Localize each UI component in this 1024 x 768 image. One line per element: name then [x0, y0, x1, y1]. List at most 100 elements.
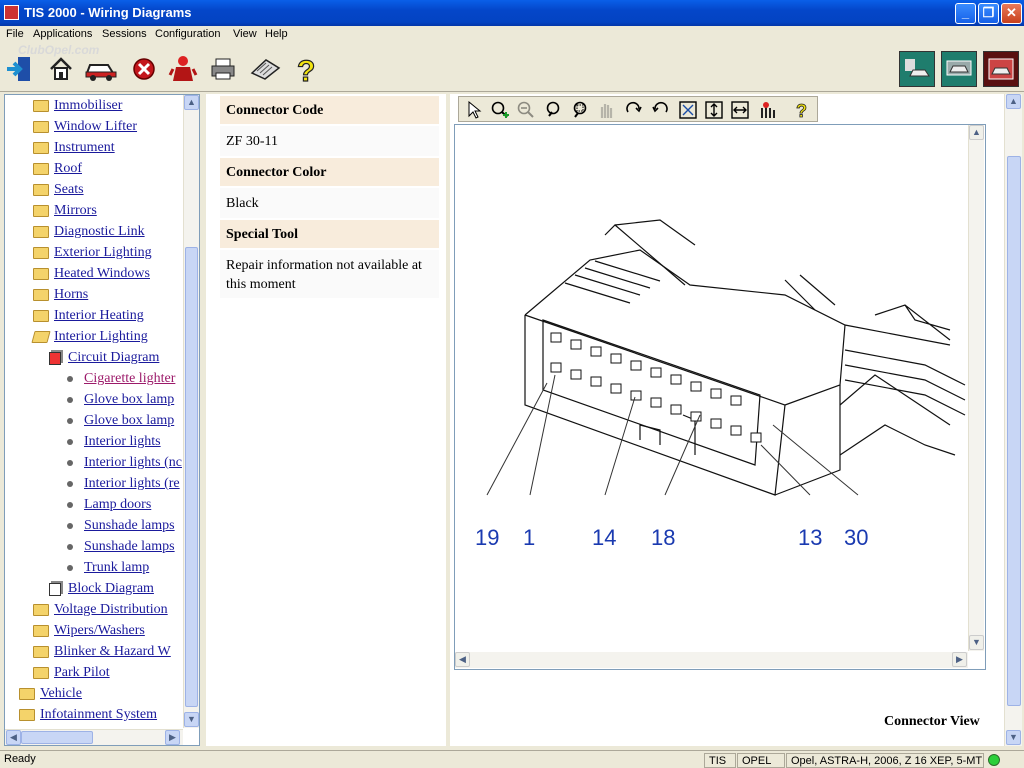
- scroll-thumb[interactable]: [185, 247, 198, 707]
- select-arrow-icon[interactable]: [463, 99, 485, 121]
- tree-horizontal-scrollbar[interactable]: ◀ ▶: [5, 729, 183, 745]
- tree-item[interactable]: Roof: [33, 159, 82, 179]
- car-wiring-icon[interactable]: [941, 51, 977, 87]
- fit-all-icon[interactable]: [677, 99, 699, 121]
- highlight-icon[interactable]: [757, 99, 779, 121]
- folder-icon: [33, 163, 49, 175]
- tree-item[interactable]: Exterior Lighting: [33, 243, 152, 263]
- tree-item[interactable]: Lamp doors: [63, 495, 151, 515]
- tree-item[interactable]: Voltage Distribution: [33, 600, 168, 620]
- tree-item[interactable]: Immobiliser: [33, 96, 122, 116]
- scroll-left-button[interactable]: ◀: [6, 730, 21, 745]
- exit-icon[interactable]: [2, 52, 36, 86]
- menu-view[interactable]: View: [233, 28, 257, 40]
- scroll-thumb[interactable]: [1007, 156, 1021, 706]
- folder-icon: [33, 205, 49, 217]
- tree-item[interactable]: Seats: [33, 180, 84, 200]
- tree-item[interactable]: Instrument: [33, 138, 115, 158]
- zoom-out-icon[interactable]: [515, 99, 537, 121]
- pin-label: 1: [523, 525, 535, 550]
- stop-icon[interactable]: [127, 52, 161, 86]
- tree-item[interactable]: Interior Heating: [33, 306, 144, 326]
- rotate-cw-icon[interactable]: [623, 99, 645, 121]
- tree-item[interactable]: Park Pilot: [33, 663, 110, 683]
- fit-width-icon[interactable]: [729, 99, 751, 121]
- scroll-down-button[interactable]: ▼: [969, 635, 984, 650]
- folder-icon: [33, 100, 49, 112]
- tree-item[interactable]: Circuit Diagram: [49, 348, 159, 368]
- tree-item[interactable]: Sunshade lamps: [63, 537, 175, 557]
- menu-file[interactable]: File: [6, 28, 24, 40]
- help-icon[interactable]: ?: [791, 99, 813, 121]
- scroll-up-button[interactable]: ▲: [969, 125, 984, 140]
- scroll-down-button[interactable]: ▼: [184, 712, 199, 727]
- help-icon[interactable]: ?: [290, 52, 324, 86]
- tree-item-label: Interior Lighting: [54, 329, 148, 344]
- scroll-left-button[interactable]: ◀: [455, 652, 470, 667]
- tree-item-label: Window Lifter: [54, 119, 138, 134]
- pan-hand-icon[interactable]: [595, 99, 617, 121]
- zoom-in-icon[interactable]: [489, 99, 511, 121]
- minimize-button[interactable]: _: [955, 3, 976, 24]
- car-icon[interactable]: [84, 52, 118, 86]
- tree-item[interactable]: Diagnostic Link: [33, 222, 145, 242]
- restore-button[interactable]: ❐: [978, 3, 999, 24]
- scroll-up-button[interactable]: ▲: [184, 95, 199, 110]
- home-icon[interactable]: [44, 52, 78, 86]
- tree-item[interactable]: Heated Windows: [33, 264, 150, 284]
- menu-sessions[interactable]: Sessions: [102, 28, 147, 40]
- tree-item-label: Immobiliser: [54, 98, 123, 113]
- bullet-icon: [67, 376, 73, 382]
- connector-code-header: Connector Code: [220, 96, 439, 124]
- bullet-icon: [67, 481, 73, 487]
- folder-icon: [33, 646, 49, 658]
- scroll-up-button[interactable]: ▲: [1006, 94, 1021, 109]
- tree-item[interactable]: Cigarette lighter: [63, 369, 175, 389]
- scroll-right-button[interactable]: ▶: [952, 652, 967, 667]
- printer-icon[interactable]: [206, 52, 240, 86]
- car-diagnostics-icon[interactable]: [899, 51, 935, 87]
- tree-item[interactable]: Interior lights (re: [63, 474, 180, 494]
- close-button[interactable]: ✕: [1001, 3, 1022, 24]
- tree-item[interactable]: Interior Lighting: [31, 327, 148, 347]
- tree-item-label: Vehicle: [40, 686, 82, 701]
- rotate-ccw-icon[interactable]: [649, 99, 671, 121]
- tree-item[interactable]: Vehicle: [19, 684, 82, 704]
- canvas-vertical-scrollbar[interactable]: ▲ ▼: [968, 125, 984, 651]
- menu-help[interactable]: Help: [265, 28, 288, 40]
- tree-item-label: Mirrors: [54, 203, 97, 218]
- scroll-right-button[interactable]: ▶: [165, 730, 180, 745]
- tree-vertical-scrollbar[interactable]: ▲ ▼: [183, 95, 199, 728]
- special-tool-header: Special Tool: [220, 220, 439, 248]
- tree-item[interactable]: Glove box lamp: [63, 390, 174, 410]
- keyboard-icon[interactable]: [248, 52, 282, 86]
- tree-item[interactable]: Infotainment System: [19, 705, 157, 725]
- diagram-canvas[interactable]: 19 1 14 18 13 30 ▲ ▼ ◀ ▶: [454, 124, 986, 670]
- scroll-thumb-h[interactable]: [21, 731, 93, 744]
- status-text: Ready: [4, 753, 36, 765]
- tree-item[interactable]: Trunk lamp: [63, 558, 149, 578]
- scroll-down-button[interactable]: ▼: [1006, 730, 1021, 745]
- car-parts-icon[interactable]: [983, 51, 1019, 87]
- tree-item[interactable]: Sunshade lamps: [63, 516, 175, 536]
- tree-item[interactable]: Mirrors: [33, 201, 97, 221]
- tree-item[interactable]: Blinker & Hazard W: [33, 642, 171, 662]
- tree-item[interactable]: Horns: [33, 285, 88, 305]
- connector-color-header: Connector Color: [220, 158, 439, 186]
- fit-height-icon[interactable]: [703, 99, 725, 121]
- zoom-area-icon[interactable]: [569, 99, 591, 121]
- user-icon[interactable]: [166, 52, 200, 86]
- tree-item[interactable]: Interior lights: [63, 432, 161, 452]
- folder-icon: [33, 184, 49, 196]
- tree-item[interactable]: Window Lifter: [33, 117, 137, 137]
- tree-item[interactable]: Glove box lamp: [63, 411, 174, 431]
- tree-item[interactable]: Interior lights (nc: [63, 453, 182, 473]
- tree-item[interactable]: Wipers/Washers: [33, 621, 145, 641]
- tree-item[interactable]: Block Diagram: [49, 579, 154, 599]
- menu-configuration[interactable]: Configuration: [155, 28, 220, 40]
- menu-applications[interactable]: Applications: [33, 28, 92, 40]
- viewer-vertical-scrollbar[interactable]: ▲ ▼: [1004, 94, 1022, 746]
- tree-item-label: Cigarette lighter: [84, 371, 176, 386]
- zoom-icon[interactable]: [543, 99, 565, 121]
- canvas-horizontal-scrollbar[interactable]: ◀ ▶: [455, 652, 968, 668]
